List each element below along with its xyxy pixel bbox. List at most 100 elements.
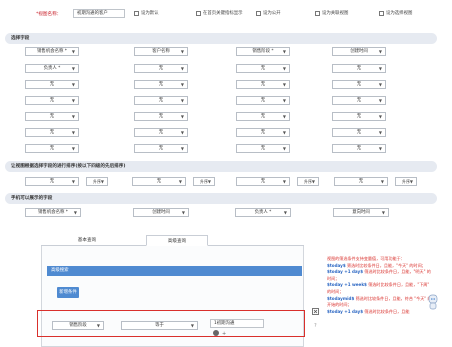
chevron-down-icon: ▼ <box>180 146 184 151</box>
field-select[interactable]: 无 ▼ <box>236 144 290 153</box>
default-checkbox[interactable]: 设为默认 <box>134 10 159 16</box>
field-select[interactable]: 无 ▼ <box>236 96 290 105</box>
advanced-search-header: 高级搜索 <box>47 266 302 276</box>
kpi-display-checkbox[interactable]: 在首页关键指标显示 <box>196 10 243 16</box>
chevron-down-icon: ▼ <box>378 66 382 71</box>
sort-section-header: 让视图根据选择字段的进行排序(按以下四级的先后排序) <box>5 161 437 172</box>
chevron-down-icon: ▼ <box>282 82 286 87</box>
field-select[interactable]: 无 ▼ <box>25 128 79 137</box>
field-select[interactable]: 无 ▼ <box>332 144 386 153</box>
chevron-down-icon: ▼ <box>71 98 75 103</box>
assistant-robot-icon[interactable] <box>427 292 439 312</box>
chevron-down-icon: ▼ <box>178 179 182 184</box>
tab-basic-query[interactable]: 基本查询 <box>63 235 111 246</box>
svg-text:?: ? <box>314 323 317 328</box>
checkbox-icon <box>256 10 261 16</box>
chevron-down-icon: ▼ <box>71 82 75 87</box>
field-select[interactable]: 无 ▼ <box>332 80 386 89</box>
chevron-down-icon: ▼ <box>282 114 286 119</box>
condition-value-input[interactable]: 1初期沟通 <box>210 319 264 328</box>
tab-advanced-query[interactable]: 高级查询 <box>146 235 208 246</box>
field-select[interactable]: 无 ▼ <box>25 96 79 105</box>
close-icon[interactable] <box>312 308 319 315</box>
sort-order-select[interactable]: 升序 ▼ <box>193 177 215 186</box>
chevron-down-icon: ▼ <box>282 66 286 71</box>
mobile-field-select[interactable]: 负责人 * ▼ <box>235 208 291 217</box>
related-view-checkbox[interactable]: 设为关联视图 <box>315 10 348 16</box>
field-select[interactable]: 无 ▼ <box>25 144 79 153</box>
view-name-input[interactable]: 初期沟通的客户 <box>73 9 125 18</box>
condition-operator-select[interactable]: 等于 ▼ <box>121 321 198 330</box>
add-condition-button[interactable]: 新增条件 <box>57 287 79 298</box>
chevron-down-icon: ▼ <box>96 323 100 328</box>
note-intro: 视图的筛选条件支持变量值，可用功能于： <box>327 256 405 261</box>
field-select[interactable]: 无 ▼ <box>236 128 290 137</box>
mobile-field-select[interactable]: 销售机会名称 * ▼ <box>25 208 81 217</box>
field-select[interactable]: 无 ▼ <box>332 64 386 73</box>
sort-field-select[interactable]: 无 ▼ <box>25 177 79 186</box>
help-icon[interactable]: ? <box>313 322 319 328</box>
field-select[interactable]: 负责人 * ▼ <box>25 64 79 73</box>
field-select[interactable]: 无 ▼ <box>25 112 79 121</box>
checkbox-icon <box>196 10 201 16</box>
field-select[interactable]: 客户名称 ▼ <box>134 47 188 56</box>
field-select[interactable]: 无 ▼ <box>134 96 188 105</box>
sort-order-select[interactable]: 升序 ▼ <box>395 177 417 186</box>
chevron-down-icon: ▼ <box>282 179 286 184</box>
checkbox-icon <box>134 10 139 16</box>
chevron-down-icon: ▼ <box>181 210 185 215</box>
field-select[interactable]: 无 ▼ <box>236 80 290 89</box>
chevron-down-icon: ▼ <box>71 146 75 151</box>
chevron-down-icon: ▼ <box>380 179 384 184</box>
field-select[interactable]: 无 ▼ <box>134 128 188 137</box>
svg-text:+: + <box>222 331 226 337</box>
field-select[interactable]: 无 ▼ <box>134 112 188 121</box>
chevron-down-icon: ▼ <box>282 130 286 135</box>
chevron-down-icon: ▼ <box>190 323 194 328</box>
note-item: $todaymid$ 筛选时比较条件日，且能，符合 "今天" 的开始的时间； <box>327 295 432 308</box>
chevron-down-icon: ▼ <box>180 49 184 54</box>
field-select[interactable]: 销售阶段 * ▼ <box>236 47 290 56</box>
mobile-field-select[interactable]: 创建时间 ▼ <box>133 208 189 217</box>
sort-order-select[interactable]: 升序 ▼ <box>297 177 319 186</box>
view-name-label: *视图名称： <box>36 12 62 17</box>
field-select[interactable]: 创建时间 ▼ <box>332 47 386 56</box>
sort-field-select[interactable]: 无 ▼ <box>236 177 290 186</box>
field-select[interactable]: 无 ▼ <box>134 144 188 153</box>
chevron-down-icon: ▼ <box>73 210 77 215</box>
note-item: $today +1 week$ 筛选时比较条件日，且能，"下周" 的时间； <box>327 282 430 294</box>
chevron-down-icon: ▼ <box>378 114 382 119</box>
chevron-down-icon: ▼ <box>378 82 382 87</box>
chevron-down-icon: ▼ <box>71 66 75 71</box>
chevron-down-icon: ▼ <box>378 146 382 151</box>
field-select[interactable]: 无 ▼ <box>25 80 79 89</box>
sort-field-select[interactable]: 无 ▼ <box>132 177 186 186</box>
chevron-down-icon: ▼ <box>180 114 184 119</box>
sort-order-select[interactable]: 升序 ▼ <box>86 177 108 186</box>
field-select[interactable]: 无 ▼ <box>236 64 290 73</box>
checkbox-icon <box>379 10 384 16</box>
field-select[interactable]: 无 ▼ <box>134 80 188 89</box>
sort-field-select[interactable]: 无 ▼ <box>334 177 388 186</box>
chevron-down-icon: ▼ <box>180 66 184 71</box>
condition-field-select[interactable]: 销售阶段 ▼ <box>52 321 104 330</box>
chevron-down-icon: ▼ <box>378 49 382 54</box>
mobile-fields-header: 手机可以展示的字段 <box>5 193 437 204</box>
mobile-field-select[interactable]: 意向时间 ▼ <box>333 208 389 217</box>
chevron-down-icon: ▼ <box>71 49 75 54</box>
field-select[interactable]: 无 ▼ <box>332 112 386 121</box>
view-settings-row: *视图名称： 初期沟通的客户 设为默认 在首页关键指标显示 设为公开 设为关联视… <box>0 0 452 30</box>
chevron-down-icon: ▼ <box>180 82 184 87</box>
checkbox-icon <box>315 10 320 16</box>
field-select[interactable]: 无 ▼ <box>332 128 386 137</box>
chevron-down-icon: ▼ <box>180 130 184 135</box>
field-select[interactable]: 无 ▼ <box>134 64 188 73</box>
field-select[interactable]: 无 ▼ <box>332 96 386 105</box>
public-checkbox[interactable]: 设为公开 <box>256 10 281 16</box>
field-select[interactable]: 销售机会名称 * ▼ <box>25 47 79 56</box>
field-select[interactable]: 无 ▼ <box>236 112 290 121</box>
value-options-icon[interactable]: + <box>212 329 232 337</box>
chevron-down-icon: ▼ <box>282 98 286 103</box>
select-view-checkbox[interactable]: 设为选择视图 <box>379 10 412 16</box>
chevron-down-icon: ▼ <box>207 179 211 184</box>
